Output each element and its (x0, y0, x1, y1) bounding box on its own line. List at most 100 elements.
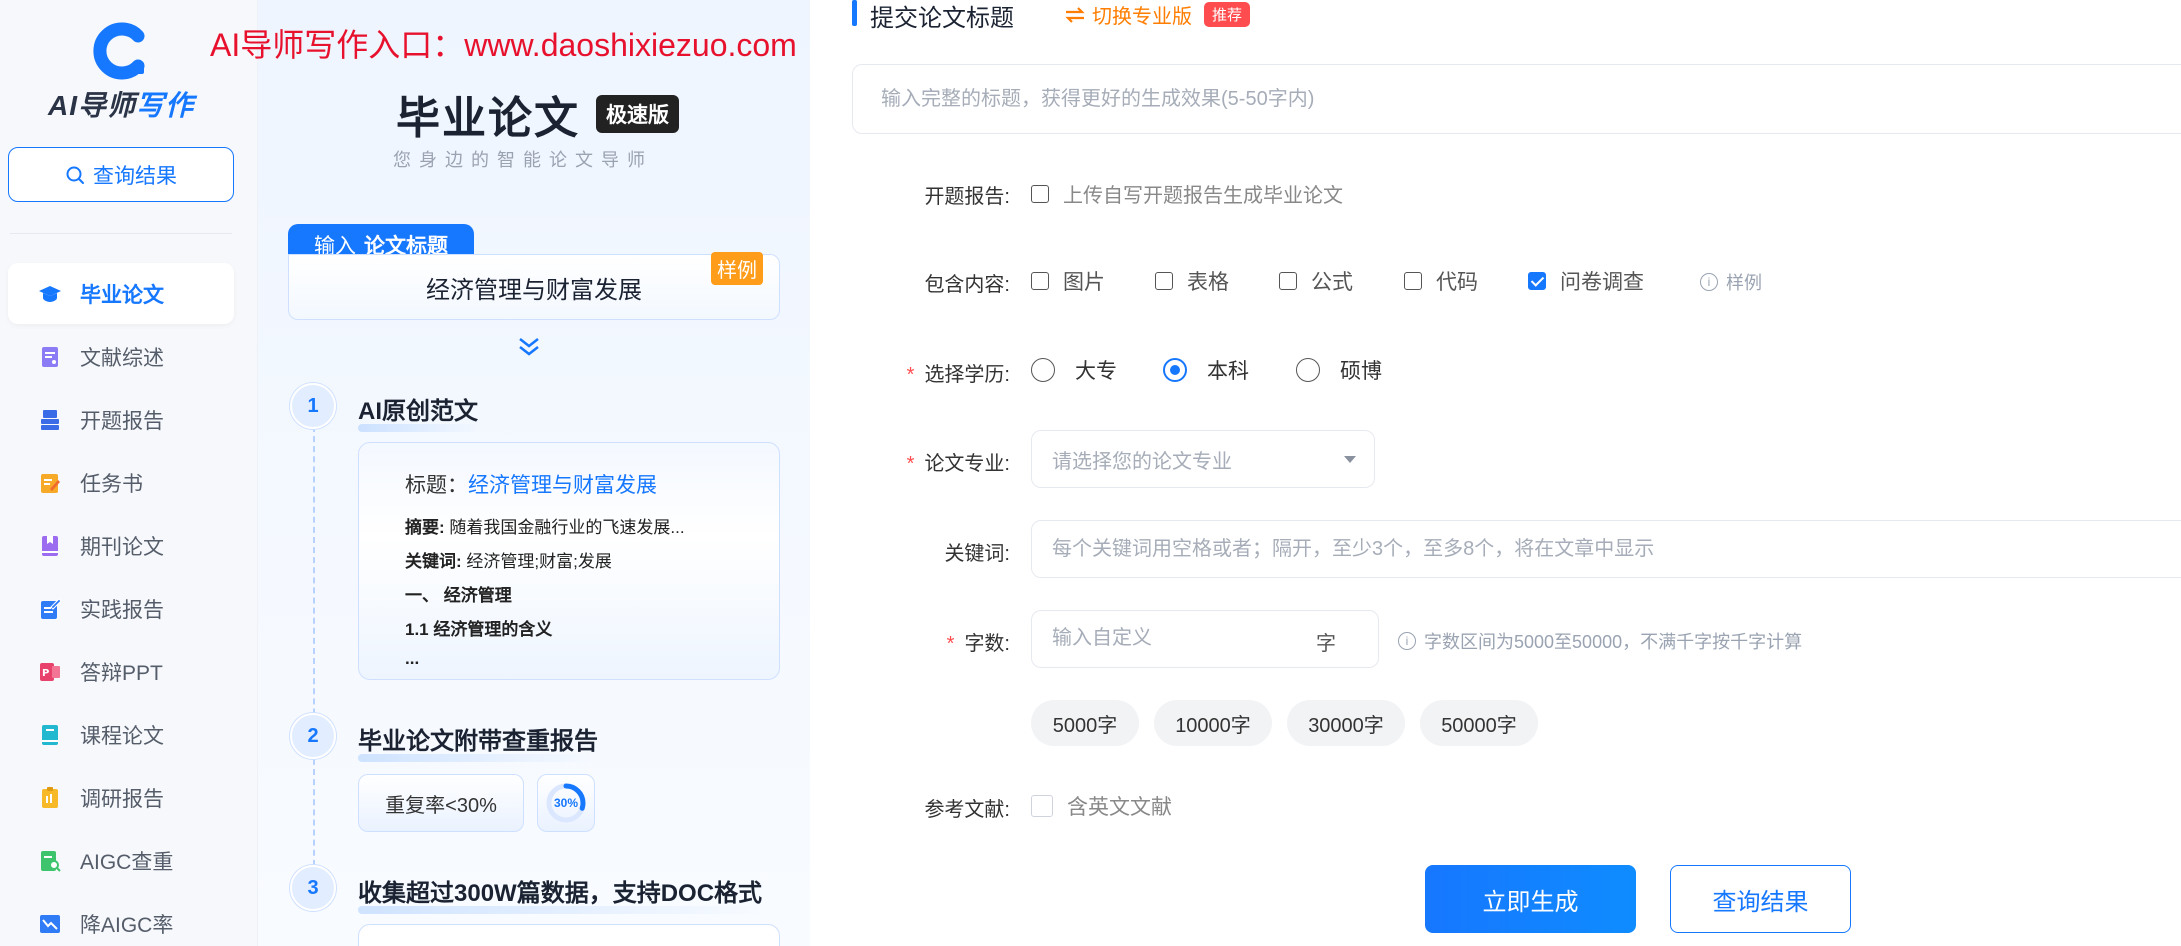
degree-radio-master-phd[interactable]: 硕博 (1296, 355, 1382, 385)
article-heading-1-text: 一、 经济管理 (405, 586, 512, 605)
sidebar-item-task-book[interactable]: 任务书 (8, 452, 234, 513)
stack-report-icon (41, 409, 59, 430)
degree-radio-junior-college[interactable]: 大专 (1031, 355, 1117, 385)
logo-mark-icon (93, 22, 145, 80)
proposal-upload-checkbox[interactable]: 上传自写开题报告生成毕业论文 (1031, 179, 1343, 208)
article-abstract: 摘要: 随着我国金融行业的飞速发展... (405, 513, 779, 538)
sample-article-card: 标题：经济管理与财富发展 摘要: 随着我国金融行业的飞速发展... 关键词: 经… (358, 442, 780, 680)
sidebar-query-label: 查询结果 (93, 164, 177, 188)
query-result-button[interactable]: 查询结果 (1670, 865, 1851, 933)
radio-label: 大专 (1075, 360, 1117, 383)
recommend-badge: 推荐 (1204, 2, 1251, 27)
info-icon: i (1398, 632, 1416, 650)
double-chevron-down-icon (519, 338, 539, 356)
duplicate-rate-pill: 重复率<30% (358, 774, 524, 832)
promo-title-text: 毕业论文 (396, 94, 580, 143)
major-select[interactable]: 请选择您的论文专业 (1031, 430, 1375, 488)
thesis-title-input[interactable] (852, 64, 2181, 134)
required-mark: * (906, 364, 915, 386)
step-title: AI原创范文 (358, 391, 478, 432)
word-count-preset-5000[interactable]: 5000字 (1031, 700, 1139, 746)
required-mark: * (906, 453, 915, 475)
content-checkbox-formulas[interactable]: 公式 (1279, 266, 1353, 296)
sidebar-item-defense-ppt[interactable]: P 答辩PPT (8, 641, 234, 702)
info-icon: i (1700, 273, 1718, 291)
sidebar-item-label: 毕业论文 (80, 283, 164, 307)
sidebar-divider (10, 233, 232, 234)
promo-title: 毕业论文 极速版 (396, 82, 679, 146)
aigc-check-icon (41, 850, 61, 872)
checkbox-box[interactable] (1404, 272, 1422, 290)
checkbox-box[interactable] (1155, 272, 1173, 290)
generate-button[interactable]: 立即生成 (1425, 865, 1636, 933)
degree-radio-bachelor[interactable]: 本科 (1163, 355, 1249, 385)
article-keywords-label: 关键词: (405, 552, 462, 571)
degree-label: * 选择学历: (810, 358, 1010, 387)
required-mark: * (946, 633, 955, 655)
checkbox-box[interactable] (1031, 272, 1049, 290)
checkbox-box[interactable] (1031, 795, 1053, 817)
graduation-cap-icon (39, 285, 61, 302)
sidebar-item-label: 课程论文 (80, 724, 164, 748)
sidebar-item-label: 降AIGC率 (80, 913, 174, 937)
switch-pro-link[interactable]: 切换专业版 推荐 (1064, 0, 1251, 29)
word-count-input[interactable] (1032, 611, 1302, 666)
sidebar-item-aigc-check[interactable]: AIGC查重 (8, 830, 234, 891)
checkbox-box-checked[interactable] (1528, 272, 1546, 290)
journal-book-icon (42, 535, 58, 556)
contents-example-link[interactable]: i 样例 (1700, 269, 1762, 295)
content-checkbox-images[interactable]: 图片 (1031, 266, 1105, 296)
article-title: 标题：经济管理与财富发展 (405, 469, 779, 499)
word-count-preset-10000[interactable]: 10000字 (1154, 700, 1272, 746)
speed-badge: 极速版 (596, 95, 679, 133)
sidebar-item-label: 期刊论文 (80, 535, 164, 559)
section-title: 提交论文标题 (870, 5, 1014, 32)
sidebar-query-button[interactable]: 查询结果 (8, 147, 234, 202)
practice-edit-icon (41, 597, 62, 619)
promo-panel: 毕业论文 极速版 您身边的智能论文导师 输入 论文标题 经济管理与财富发展 样例… (258, 0, 810, 946)
major-label: * 论文专业: (810, 447, 1010, 476)
rate-ring-label: 30% (553, 796, 579, 810)
logo-text: AI导师写作 (48, 84, 194, 124)
step-number: 1 (290, 383, 336, 429)
sidebar-item-literature-review[interactable]: 文献综述 (8, 326, 234, 387)
word-count-preset-50000[interactable]: 50000字 (1420, 700, 1538, 746)
sidebar-item-proposal[interactable]: 开题报告 (8, 389, 234, 450)
sidebar-item-practice-report[interactable]: 实践报告 (8, 578, 234, 639)
keywords-input[interactable] (1031, 520, 2181, 578)
sidebar-item-research-report[interactable]: 调研报告 (8, 767, 234, 828)
radio-dot[interactable] (1296, 358, 1320, 382)
radio-dot[interactable] (1031, 358, 1055, 382)
article-abstract-value: 随着我国金融行业的飞速发展... (449, 518, 685, 537)
sidebar-nav: 毕业论文 文献综述 开题报告 任务书 期刊论文 实践报告 P 答辩PPT 课程论 (8, 263, 234, 946)
article-heading-2: 1.1 经济管理的含义 (405, 615, 779, 640)
example-title: 经济管理与财富发展 (426, 276, 642, 304)
sidebar-item-course-paper[interactable]: 课程论文 (8, 704, 234, 765)
logo[interactable]: AI导师写作 (40, 22, 220, 132)
sidebar-item-reduce-aigc[interactable]: 降AIGC率 (8, 893, 234, 946)
word-count-hint-text: 字数区间为5000至50000，不满千字按千字计算 (1424, 632, 1803, 652)
article-keywords-value: 经济管理;财富;发展 (466, 552, 612, 571)
step-title: 收集超过300W篇数据，支持DOC格式 (358, 873, 763, 914)
step-connector (313, 426, 315, 886)
content-checkbox-code[interactable]: 代码 (1404, 266, 1478, 296)
logo-text-accent: 写作 (136, 90, 195, 121)
radio-dot-selected[interactable] (1163, 358, 1187, 382)
example-title-card: 经济管理与财富发展 样例 (288, 252, 780, 320)
sidebar-item-graduation-thesis[interactable]: 毕业论文 (8, 263, 234, 324)
checkbox-box[interactable] (1031, 184, 1049, 203)
content-checkbox-tables[interactable]: 表格 (1155, 266, 1229, 296)
checkbox-label: 图片 (1063, 271, 1105, 294)
checkbox-box[interactable] (1279, 272, 1297, 290)
radio-label: 本科 (1207, 360, 1249, 383)
word-count-preset-30000[interactable]: 30000字 (1287, 700, 1405, 746)
document-list-icon (42, 346, 58, 367)
word-count-label: * 字数: (810, 627, 1010, 656)
chart-down-icon (40, 914, 60, 933)
sidebar-item-journal[interactable]: 期刊论文 (8, 515, 234, 576)
references-label: 参考文献: (924, 799, 1010, 821)
content-checkbox-questionnaire[interactable]: 问卷调查 (1528, 266, 1644, 296)
checkbox-label: 表格 (1187, 271, 1229, 294)
references-english-checkbox[interactable]: 含英文文献 (1031, 791, 1172, 821)
word-count-field: 字 (1031, 610, 1379, 668)
